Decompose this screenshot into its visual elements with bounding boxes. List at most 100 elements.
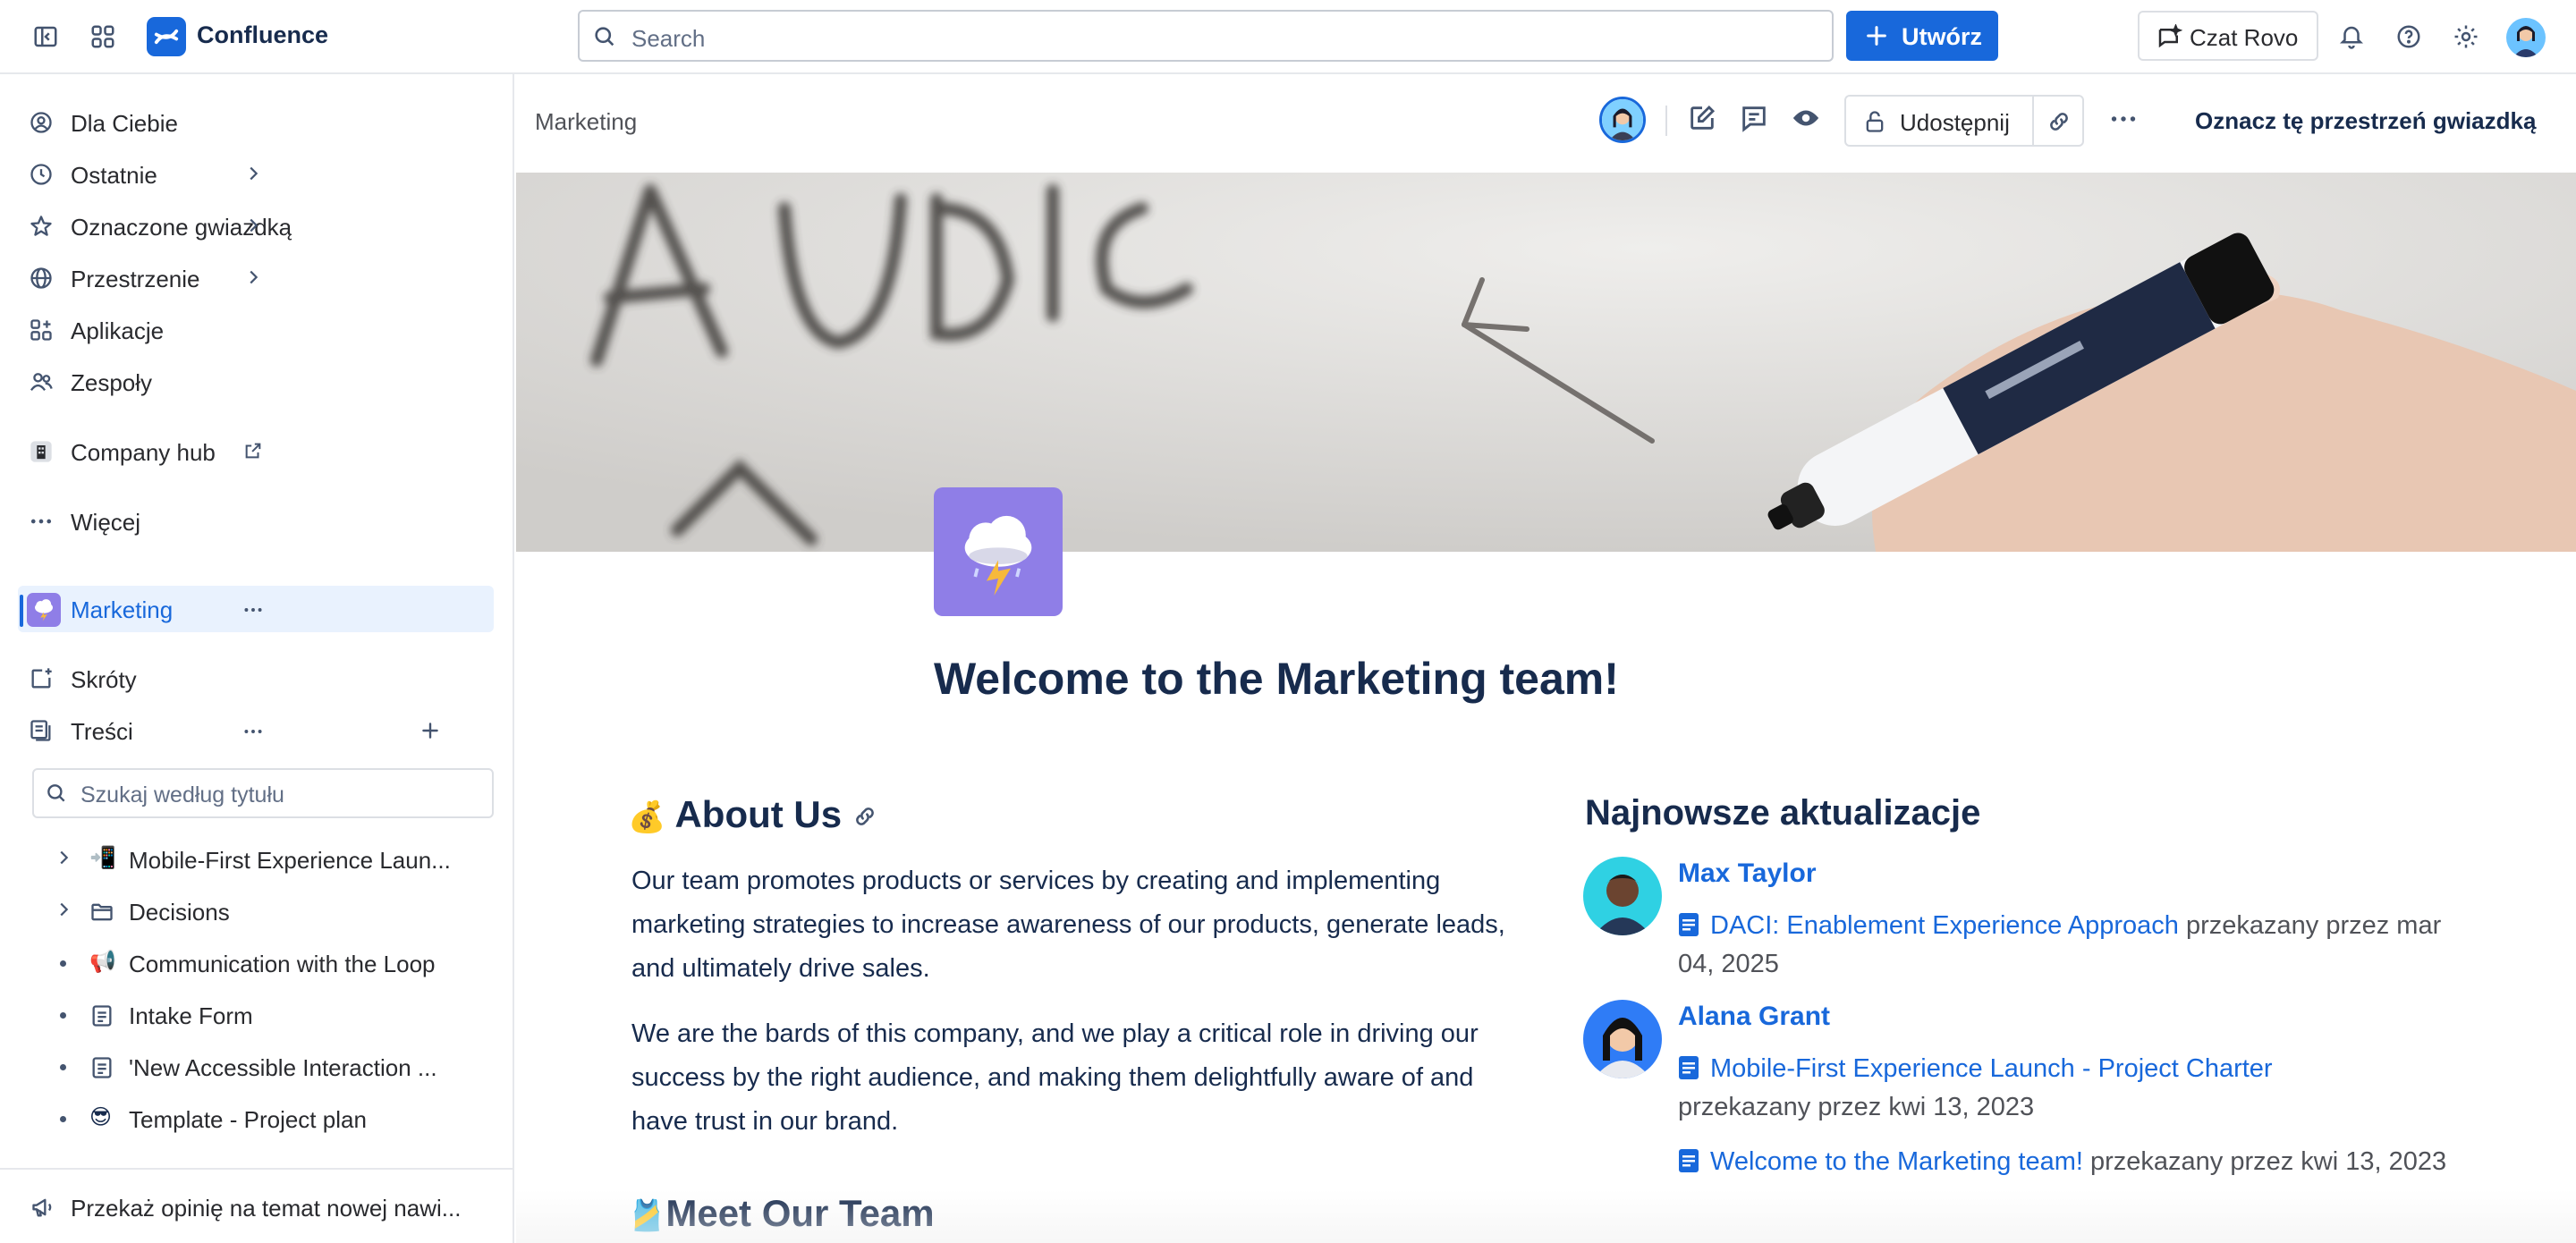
tree-item-label: Intake Form <box>129 1002 253 1029</box>
storm-cloud-page-emoji-icon[interactable] <box>934 487 1063 616</box>
update-page-link[interactable]: Mobile-First Experience Launch - Project… <box>1710 1054 2273 1083</box>
sidebar-item-apps[interactable]: Aplikacje <box>18 307 494 353</box>
sidebar-item-teams[interactable]: Zespoły <box>18 359 494 405</box>
update-entry: Mobile-First Experience Launch - Project… <box>1678 1050 2447 1127</box>
share-button[interactable]: Udostępnij <box>1844 95 2034 147</box>
heading-anchor-link-icon[interactable] <box>852 804 877 829</box>
search-icon <box>592 24 617 49</box>
toolbar-divider <box>1665 106 1667 136</box>
unlock-icon <box>1862 109 1887 134</box>
update-page-link[interactable]: Welcome to the Marketing team! <box>1710 1147 2083 1176</box>
sidebar-item-label: Zespoły <box>71 369 153 396</box>
search-placeholder: Search <box>631 25 706 52</box>
sidebar-item-shortcuts[interactable]: Skróty <box>18 655 494 702</box>
update-author-name[interactable]: Alana Grant <box>1678 1002 1830 1032</box>
document-icon <box>1678 910 1699 936</box>
comment-icon[interactable] <box>1739 103 1769 133</box>
sidebar-toggle-icon[interactable] <box>27 18 64 55</box>
help-icon[interactable] <box>2390 18 2428 55</box>
chevron-right-icon[interactable] <box>54 900 73 919</box>
star-space-button[interactable]: Oznacz tę przestrzeń gwiazdką <box>2195 107 2536 135</box>
update-entry: DACI: Enablement Experience Approach prz… <box>1678 907 2447 984</box>
user-avatar-alana-grant[interactable] <box>1583 1000 1662 1078</box>
sidebar-item-spaces[interactable]: Przestrzenie <box>18 255 494 301</box>
bullet-icon <box>60 1012 66 1019</box>
page-icon <box>89 1003 114 1028</box>
tree-item-label: Template - Project plan <box>129 1106 367 1133</box>
global-search-input[interactable]: Search <box>578 10 1834 62</box>
edit-pencil-icon[interactable] <box>1687 103 1717 133</box>
plus-icon <box>1864 23 1889 48</box>
sidebar-item-label: Aplikacje <box>71 317 165 344</box>
sidebar-item-starred[interactable]: Oznaczone gwiazdką <box>18 203 494 249</box>
meet-our-team-heading: 🎽Meet Our Team <box>628 1192 935 1235</box>
feedback-label: Przekaż opinię na temat nowej nawi... <box>71 1195 462 1222</box>
tree-item[interactable]: 📢 Communication with the Loop <box>50 940 497 986</box>
tree-item[interactable]: 😎 Template - Project plan <box>50 1095 497 1142</box>
sidebar-item-content[interactable]: Treści <box>18 707 494 754</box>
more-dots-icon <box>29 509 54 534</box>
tree-item[interactable]: 'New Accessible Interaction ... <box>50 1044 497 1090</box>
collaborator-avatar[interactable] <box>1599 97 1646 143</box>
content-title-search-input[interactable]: Szukaj według tytułu <box>32 768 494 818</box>
bullet-icon <box>60 1064 66 1070</box>
update-meta: przekazany przez kwi 13, 2023 <box>2082 1147 2447 1176</box>
breadcrumb[interactable]: Marketing <box>535 108 637 136</box>
update-author-name[interactable]: Max Taylor <box>1678 858 1817 889</box>
external-link-icon[interactable] <box>29 441 478 461</box>
update-entry: Welcome to the Marketing team! przekazan… <box>1678 1143 2447 1181</box>
recent-updates-heading: Najnowsze aktualizacje <box>1585 793 1981 833</box>
more-actions-icon[interactable] <box>2107 103 2140 135</box>
about-us-heading: 💰 About Us <box>628 793 877 836</box>
sidebar-item-more[interactable]: Więcej <box>18 498 494 545</box>
tree-item[interactable]: Decisions <box>50 888 497 934</box>
sidebar-item-recent[interactable]: Ostatnie <box>18 151 494 198</box>
shortcut-icon <box>29 666 54 691</box>
chevron-right-icon[interactable] <box>29 216 478 235</box>
sidebar-item-company-hub[interactable]: Company hub <box>18 428 494 475</box>
sidebar-item-space-marketing[interactable]: Marketing <box>18 586 494 632</box>
chevron-right-icon[interactable] <box>29 267 478 287</box>
megaphone-icon <box>30 1195 55 1220</box>
link-icon <box>2046 109 2072 134</box>
settings-gear-icon[interactable] <box>2447 18 2485 55</box>
chevron-right-icon[interactable] <box>54 848 73 867</box>
apps-icon <box>29 317 54 342</box>
create-button[interactable]: Utwórz <box>1846 11 1998 61</box>
about-paragraph-2: We are the bards of this company, and we… <box>631 1019 1479 1136</box>
user-avatar-max-taylor[interactable] <box>1583 857 1662 935</box>
user-profile-avatar[interactable] <box>2506 18 2546 57</box>
folder-icon <box>89 900 114 925</box>
rovo-chat-label: Czat Rovo <box>2190 24 2299 51</box>
money-bag-emoji-icon: 💰 <box>628 800 666 834</box>
app-switcher-icon[interactable] <box>84 18 122 55</box>
sidebar-item-label: Dla Ciebie <box>71 110 178 137</box>
more-dots-icon[interactable] <box>29 598 478 622</box>
rovo-chat-icon <box>2156 24 2182 51</box>
about-us-title: About Us <box>674 793 843 835</box>
megaphone-emoji-icon: 📢 <box>89 950 116 974</box>
feedback-link[interactable]: Przekaż opinię na temat nowej nawi... <box>0 1168 514 1243</box>
tree-item-label: Mobile-First Experience Laun... <box>129 847 451 874</box>
bullet-icon <box>60 1116 66 1122</box>
copy-link-button[interactable] <box>2032 95 2084 147</box>
confluence-logo-icon[interactable] <box>147 17 186 56</box>
people-icon <box>29 369 54 394</box>
watch-eye-icon[interactable] <box>1791 103 1821 133</box>
more-dots-icon[interactable] <box>29 720 478 743</box>
rovo-chat-button[interactable]: Czat Rovo <box>2138 11 2318 61</box>
page-icon <box>89 1055 114 1080</box>
active-space-indicator <box>20 595 23 627</box>
notifications-bell-icon[interactable] <box>2333 18 2370 55</box>
chevron-right-icon[interactable] <box>29 164 478 183</box>
mobile-phone-emoji-icon: 📲 <box>89 846 116 870</box>
search-placeholder: Szukaj według tytułu <box>80 782 284 808</box>
tree-item[interactable]: 📲 Mobile-First Experience Laun... <box>50 836 497 883</box>
tree-item[interactable]: Intake Form <box>50 992 497 1038</box>
page-header-banner-image <box>516 173 2576 552</box>
update-page-link[interactable]: DACI: Enablement Experience Approach <box>1710 911 2179 940</box>
tree-item-label: 'New Accessible Interaction ... <box>129 1054 437 1081</box>
share-label: Udostępnij <box>1900 109 2010 136</box>
sidebar-item-for-you[interactable]: Dla Ciebie <box>18 99 494 146</box>
app-name[interactable]: Confluence <box>197 21 328 49</box>
